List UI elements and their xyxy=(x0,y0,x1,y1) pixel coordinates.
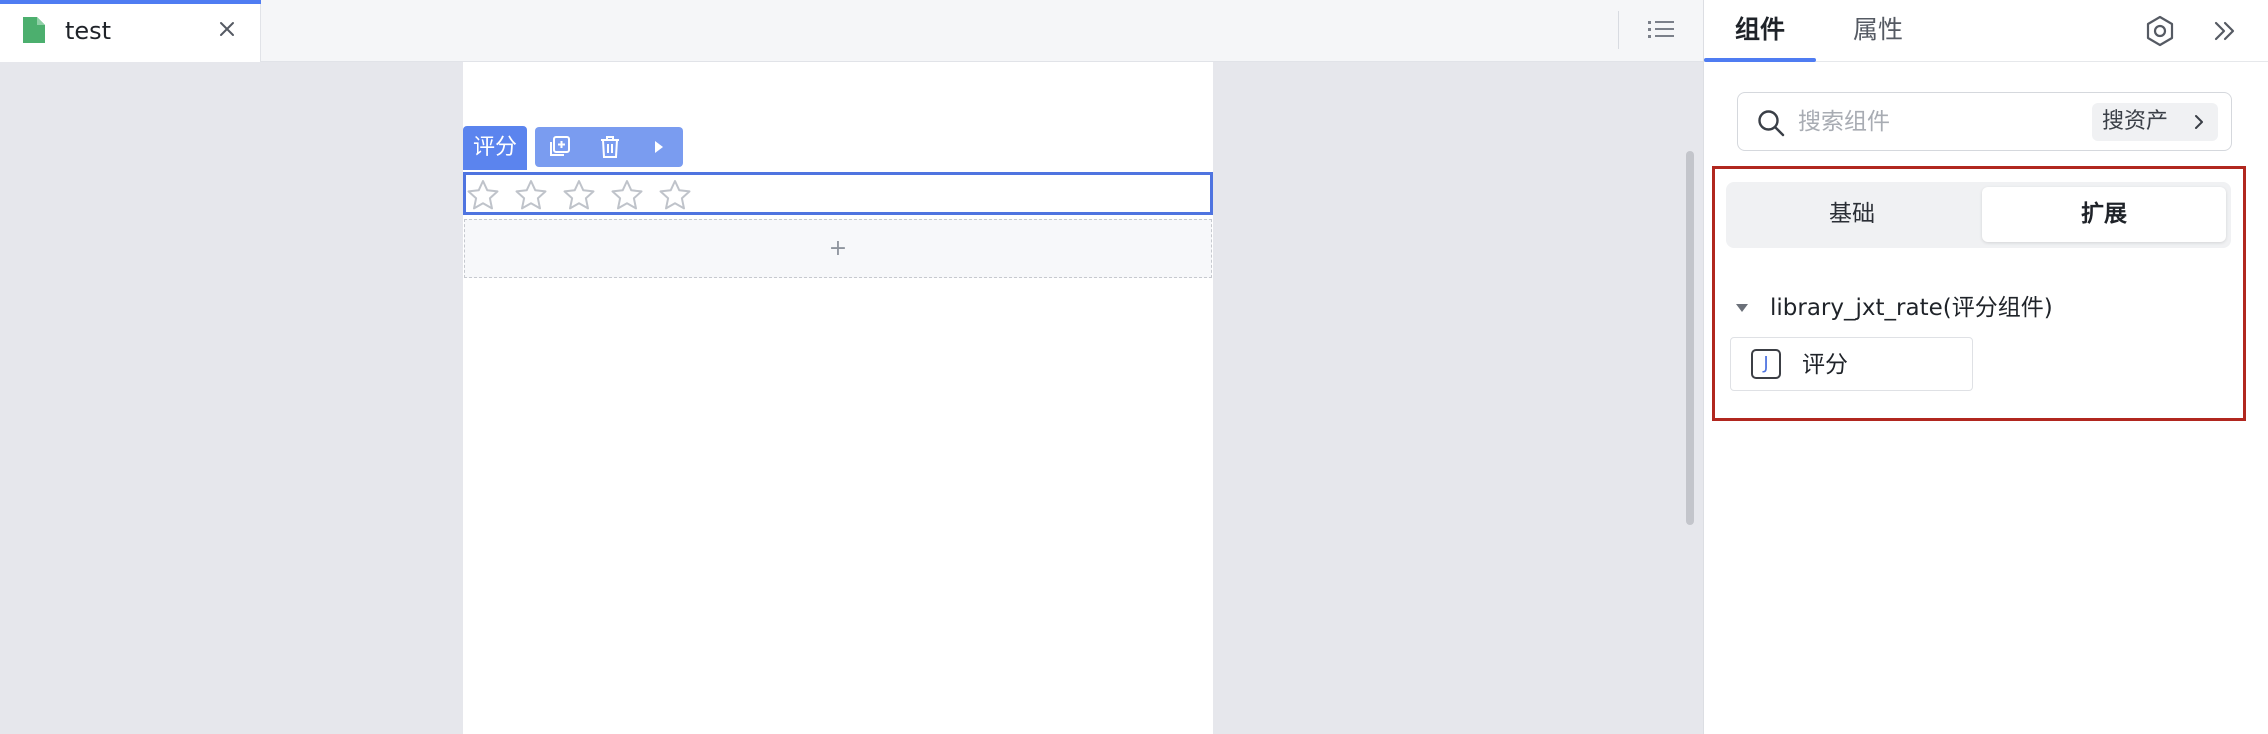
star-icon[interactable] xyxy=(514,179,548,211)
chevron-right-icon xyxy=(2195,115,2203,129)
panel-tabs: 组件 属性 xyxy=(1704,0,2268,62)
hexagon-gear-icon[interactable] xyxy=(2143,14,2177,48)
star-icon[interactable] xyxy=(466,179,500,211)
search-input[interactable] xyxy=(1798,103,2048,141)
list-icon[interactable] xyxy=(1645,15,1677,45)
star-icon[interactable] xyxy=(658,179,692,211)
double-chevron-right-icon[interactable] xyxy=(2210,17,2240,45)
document-tab-title: test xyxy=(65,17,112,45)
trash-icon[interactable] xyxy=(595,133,625,161)
caret-down-icon xyxy=(1736,304,1748,312)
tab-components[interactable]: 组件 xyxy=(1704,0,1816,62)
library-group-title: library_jxt_rate(评分组件) xyxy=(1770,295,2053,321)
document-icon xyxy=(23,17,45,43)
editor-tabbar: test xyxy=(0,0,1703,62)
copy-icon[interactable] xyxy=(545,133,575,161)
category-segmented-control: 基础 扩展 xyxy=(1726,182,2231,248)
component-search: 搜资产 xyxy=(1737,92,2232,151)
tabbar-divider xyxy=(1618,11,1619,49)
document-tab[interactable]: test xyxy=(0,0,261,62)
segment-basic[interactable]: 基础 xyxy=(1732,187,1972,242)
canvas-scrollbar[interactable] xyxy=(1686,151,1694,525)
segment-extension[interactable]: 扩展 xyxy=(1982,187,2226,242)
search-assets-button[interactable]: 搜资产 xyxy=(2092,103,2218,141)
selected-component-label: 评分 xyxy=(463,126,527,170)
tab-properties[interactable]: 属性 xyxy=(1846,0,1910,62)
play-icon[interactable] xyxy=(643,133,673,161)
rate-component[interactable] xyxy=(463,172,1213,215)
component-card-rate[interactable]: J 评分 xyxy=(1730,337,1973,391)
component-panel: 组件 属性 搜资产 基础 扩展 library_jxt_rate( xyxy=(1703,0,2268,734)
plus-icon: + xyxy=(828,236,848,261)
component-card-label: 评分 xyxy=(1802,352,1848,378)
search-assets-label: 搜资产 xyxy=(2102,109,2169,134)
close-icon[interactable] xyxy=(215,17,239,41)
star-icon[interactable] xyxy=(562,179,596,211)
search-icon xyxy=(1758,110,1785,137)
component-j-icon: J xyxy=(1751,349,1781,379)
component-toolbar xyxy=(535,127,683,167)
add-component-dropzone[interactable]: + xyxy=(464,219,1212,278)
design-canvas xyxy=(0,62,1703,734)
star-icon[interactable] xyxy=(610,179,644,211)
